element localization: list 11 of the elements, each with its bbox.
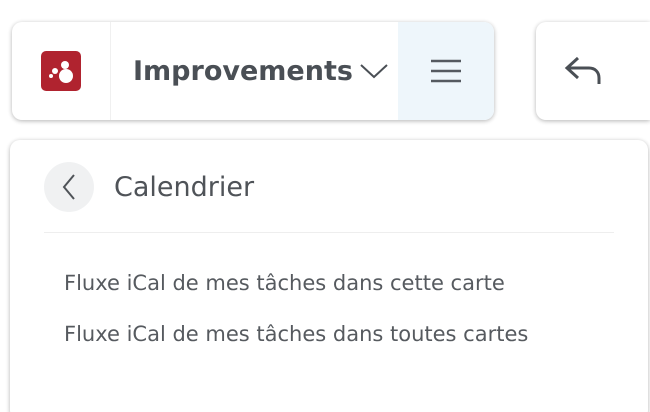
panel-title: Calendrier bbox=[114, 172, 254, 202]
menu-item[interactable]: Fluxe iCal de mes tâches dans cette carte bbox=[64, 271, 614, 295]
logo-icon bbox=[41, 51, 81, 91]
menu-item[interactable]: Fluxe iCal de mes tâches dans toutes cartes bbox=[64, 322, 614, 346]
board-title-dropdown[interactable]: Improvements bbox=[111, 22, 398, 120]
chevron-left-icon bbox=[62, 173, 76, 201]
undo-button[interactable] bbox=[564, 55, 602, 87]
menu-icon bbox=[430, 59, 462, 83]
undo-icon bbox=[564, 55, 602, 87]
back-button[interactable] bbox=[44, 162, 94, 212]
chevron-down-icon bbox=[358, 62, 389, 80]
